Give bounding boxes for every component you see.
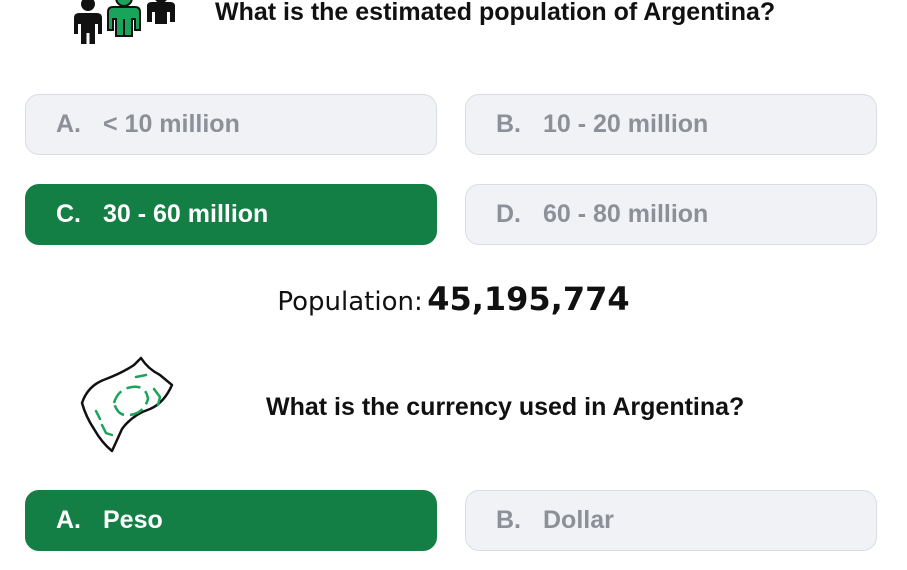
option-label: 60 - 80 million bbox=[543, 200, 709, 228]
option-b-button[interactable]: B. Dollar bbox=[465, 490, 877, 551]
option-letter: A. bbox=[56, 110, 81, 138]
people-icon bbox=[74, 0, 175, 44]
option-label: Dollar bbox=[543, 506, 614, 534]
money-bill-icon bbox=[80, 356, 174, 453]
option-letter: D. bbox=[496, 200, 521, 228]
option-label: Peso bbox=[103, 506, 163, 534]
option-c-button[interactable]: C. 30 - 60 million bbox=[25, 184, 437, 245]
option-label: 10 - 20 million bbox=[543, 110, 709, 138]
option-letter: C. bbox=[56, 200, 81, 228]
question-title: What is the estimated population of Arge… bbox=[215, 0, 776, 26]
option-letter: B. bbox=[496, 110, 521, 138]
question-title: What is the currency used in Argentina? bbox=[266, 393, 745, 421]
quiz-page: What is the estimated population of Arge… bbox=[0, 0, 907, 570]
option-a-button[interactable]: A. Peso bbox=[25, 490, 437, 551]
option-d-button[interactable]: D. 60 - 80 million bbox=[465, 184, 877, 245]
option-b-button[interactable]: B. 10 - 20 million bbox=[465, 94, 877, 155]
population-fact: Population: 45,195,774 bbox=[0, 280, 907, 318]
option-letter: A. bbox=[56, 506, 81, 534]
fact-value: 45,195,774 bbox=[427, 280, 630, 318]
option-label: < 10 million bbox=[103, 110, 240, 138]
option-letter: B. bbox=[496, 506, 521, 534]
fact-label: Population: bbox=[277, 287, 423, 317]
option-label: 30 - 60 million bbox=[103, 200, 269, 228]
option-a-button[interactable]: A. < 10 million bbox=[25, 94, 437, 155]
